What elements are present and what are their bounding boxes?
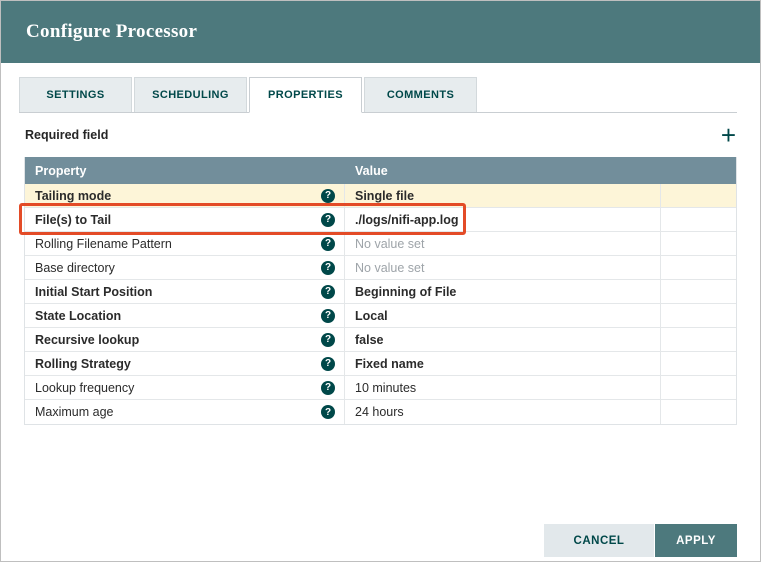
dialog-footer: CANCEL APPLY — [544, 524, 737, 557]
help-icon[interactable]: ? — [321, 332, 335, 347]
table-row-rolling-filename-pattern[interactable]: Rolling Filename Pattern ? No value set — [25, 232, 736, 256]
property-value[interactable]: No value set — [345, 256, 661, 279]
table-header-row: Property Value — [25, 157, 736, 184]
column-header-property: Property — [35, 163, 87, 178]
row-action-cell — [661, 328, 736, 351]
tab-scheduling[interactable]: SCHEDULING — [134, 77, 247, 112]
table-row-initial-start-position[interactable]: Initial Start Position ? Beginning of Fi… — [25, 280, 736, 304]
dialog-title: Configure Processor — [26, 21, 198, 42]
help-icon[interactable]: ? — [321, 236, 335, 251]
row-action-cell — [661, 208, 736, 231]
table-row-recursive-lookup[interactable]: Recursive lookup ? false — [25, 328, 736, 352]
property-value[interactable]: Fixed name — [345, 352, 661, 375]
configure-processor-dialog: Configure Processor SETTINGS SCHEDULING … — [0, 0, 761, 562]
row-action-cell — [661, 376, 736, 399]
row-action-cell — [661, 256, 736, 279]
table-toolbar: Required field + — [1, 113, 760, 157]
table-row-tailing-mode[interactable]: Tailing mode ? Single file — [25, 184, 736, 208]
property-value[interactable]: Local — [345, 304, 661, 327]
property-value[interactable]: false — [345, 328, 661, 351]
property-value[interactable]: 10 minutes — [345, 376, 661, 399]
row-action-cell — [661, 184, 736, 207]
tab-comments[interactable]: COMMENTS — [364, 77, 477, 112]
cancel-button[interactable]: CANCEL — [544, 524, 654, 557]
property-name: File(s) to Tail — [35, 212, 112, 227]
column-header-value: Value — [355, 163, 388, 178]
tab-settings[interactable]: SETTINGS — [19, 77, 132, 112]
help-icon[interactable]: ? — [321, 356, 335, 371]
property-name: Tailing mode — [35, 188, 112, 203]
help-icon[interactable]: ? — [321, 308, 335, 323]
help-icon[interactable]: ? — [321, 260, 335, 275]
property-name: Maximum age — [35, 405, 114, 419]
required-field-label: Required field — [25, 128, 109, 142]
table-row-state-location[interactable]: State Location ? Local — [25, 304, 736, 328]
column-header-extra — [661, 157, 736, 184]
table-row-files-to-tail[interactable]: File(s) to Tail ? ./logs/nifi-app.log — [25, 208, 736, 232]
help-icon[interactable]: ? — [321, 380, 335, 395]
property-value[interactable]: Single file — [345, 184, 661, 207]
row-action-cell — [661, 400, 736, 424]
table-row-base-directory[interactable]: Base directory ? No value set — [25, 256, 736, 280]
dialog-header: Configure Processor — [1, 1, 760, 63]
property-value[interactable]: Beginning of File — [345, 280, 661, 303]
help-icon[interactable]: ? — [321, 405, 335, 419]
tab-properties[interactable]: PROPERTIES — [249, 77, 362, 113]
property-value[interactable]: 24 hours — [345, 400, 661, 424]
help-icon[interactable]: ? — [321, 212, 335, 227]
property-value[interactable]: ./logs/nifi-app.log — [345, 208, 661, 231]
property-name: State Location — [35, 308, 122, 323]
help-icon[interactable]: ? — [321, 284, 335, 299]
properties-table: Property Value Tailing mode ? Single fil… — [24, 157, 737, 425]
property-name: Recursive lookup — [35, 332, 140, 347]
row-action-cell — [661, 232, 736, 255]
property-name: Lookup frequency — [35, 380, 135, 395]
property-name: Rolling Strategy — [35, 356, 131, 371]
help-icon[interactable]: ? — [321, 188, 335, 203]
apply-button[interactable]: APPLY — [655, 524, 737, 557]
property-name: Base directory — [35, 260, 115, 275]
table-row-lookup-frequency[interactable]: Lookup frequency ? 10 minutes — [25, 376, 736, 400]
property-name: Initial Start Position — [35, 284, 153, 299]
property-value[interactable]: No value set — [345, 232, 661, 255]
row-action-cell — [661, 304, 736, 327]
add-property-button[interactable]: + — [721, 122, 736, 148]
row-action-cell — [661, 280, 736, 303]
tab-bar: SETTINGS SCHEDULING PROPERTIES COMMENTS — [19, 77, 737, 113]
table-row-rolling-strategy[interactable]: Rolling Strategy ? Fixed name — [25, 352, 736, 376]
property-name: Rolling Filename Pattern — [35, 236, 172, 251]
table-row-maximum-age[interactable]: Maximum age ? 24 hours — [25, 400, 736, 424]
row-action-cell — [661, 352, 736, 375]
